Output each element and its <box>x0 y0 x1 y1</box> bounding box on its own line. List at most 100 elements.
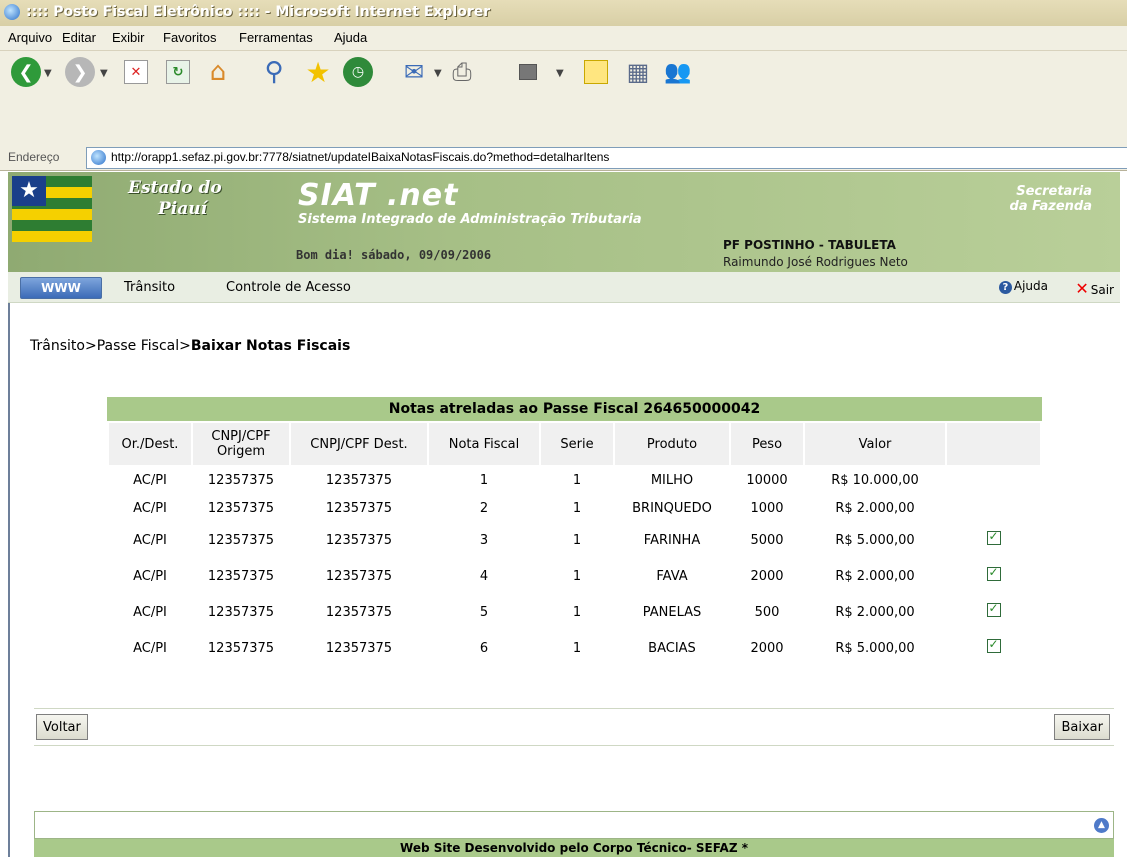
table-caption: Notas atreladas ao Passe Fiscal 26465000… <box>107 397 1042 421</box>
menu-ferramentas[interactable]: Ferramentas <box>239 30 313 45</box>
back-button[interactable]: ❮ <box>8 54 44 90</box>
row-select-checkbox[interactable] <box>986 529 1001 545</box>
refresh-button[interactable]: ↻ <box>160 54 196 90</box>
www-button[interactable]: WWW <box>20 277 102 299</box>
table-row: AC/PI 12357375 12357375 1 1 MILHO 10000 R$ 10.0… <box>109 467 1040 493</box>
cell-dest: 12357375 <box>325 472 393 488</box>
footer-box: ▲ <box>34 811 1114 839</box>
cell-select <box>947 467 1040 493</box>
cell-peso: 500 <box>754 604 780 620</box>
cell-ordest: AC/PI <box>133 472 167 488</box>
menu-editar[interactable]: Editar <box>62 30 96 45</box>
stop-button[interactable]: ✕ <box>118 54 154 90</box>
table-header-row: Or./Dest. CNPJ/CPF Origem CNPJ/CPF Dest.… <box>109 423 1040 465</box>
search-button[interactable]: ⚲ <box>256 54 292 90</box>
department-line2: da Fazenda <box>1009 199 1092 214</box>
address-input[interactable]: http://orapp1.sefaz.pi.gov.br:7778/siatn… <box>86 147 1127 169</box>
table-row: AC/PI 12357375 12357375 2 1 BRINQUEDO 1000 R$ 2… <box>109 495 1040 521</box>
col-nota-fiscal: Nota Fiscal <box>429 423 539 465</box>
site-nav: WWW Trânsito Controle de Acesso ? Ajuda ✕… <box>8 272 1120 303</box>
cell-dest: 12357375 <box>325 500 393 516</box>
help-icon: ? <box>998 281 1012 294</box>
col-peso: Peso <box>731 423 803 465</box>
state-line2: Piauí <box>158 199 208 219</box>
cell-dest: 12357375 <box>325 604 393 620</box>
cell-serie: 1 <box>572 640 582 656</box>
piaui-flag-logo: ★ <box>12 176 92 242</box>
scroll-up-icon[interactable]: ▲ <box>1094 818 1109 833</box>
back-arrow-icon: ❮ <box>11 57 41 87</box>
cell-valor: R$ 5.000,00 <box>835 640 915 656</box>
printer-icon: ⎙ <box>452 58 472 86</box>
messenger-button[interactable]: 👥 <box>660 54 696 90</box>
cell-ordest: AC/PI <box>133 532 167 548</box>
state-name: Estado do Piauí <box>128 178 222 220</box>
research-icon: ▦ <box>626 58 650 86</box>
app-subtitle: Sistema Integrado de Administração Tribu… <box>298 212 642 227</box>
forward-button[interactable]: ❯ <box>62 54 98 90</box>
cell-serie: 1 <box>572 472 582 488</box>
nav-item-transito[interactable]: Trânsito <box>124 280 175 295</box>
notes-table-panel: Notas atreladas ao Passe Fiscal 26465000… <box>107 397 1042 667</box>
cell-produto: FARINHA <box>643 532 701 548</box>
address-bar: Endereço http://orapp1.sefaz.pi.gov.br:7… <box>0 146 1127 171</box>
cell-produto: MILHO <box>650 472 694 488</box>
window-title-bar: :::: Posto Fiscal Eletrônico :::: - Micr… <box>0 0 1127 27</box>
col-produto: Produto <box>615 423 729 465</box>
edit-icon <box>519 64 537 80</box>
favorites-button[interactable]: ★ <box>300 54 336 90</box>
help-link[interactable]: ? Ajuda <box>998 279 1048 294</box>
breadcrumb-passe-fiscal: Passe Fiscal <box>96 338 180 354</box>
nav-item-controle-acesso[interactable]: Controle de Acesso <box>226 280 351 295</box>
cell-origem: 12357375 <box>207 532 275 548</box>
row-select-checkbox[interactable] <box>986 565 1001 581</box>
department-name: Secretaria da Fazenda <box>1010 184 1092 214</box>
cell-ordest: AC/PI <box>133 500 167 516</box>
back-dropdown-icon[interactable]: ▼ <box>44 68 52 79</box>
edit-button[interactable] <box>510 54 546 90</box>
print-button[interactable]: ⎙ <box>444 54 480 90</box>
history-button[interactable]: ◷ <box>340 54 376 90</box>
row-select-checkbox[interactable] <box>986 601 1001 617</box>
baixar-button[interactable]: Baixar <box>1054 714 1110 740</box>
cell-dest: 12357375 <box>325 640 393 656</box>
home-icon: ⌂ <box>209 57 227 87</box>
cell-peso: 2000 <box>750 568 784 584</box>
menu-exibir[interactable]: Exibir <box>112 30 145 45</box>
cell-origem: 12357375 <box>207 500 275 516</box>
discuss-button[interactable] <box>578 54 614 90</box>
app-name: SIAT .net <box>298 178 459 213</box>
menu-bar: Arquivo Editar Exibir Favoritos Ferramen… <box>0 26 1127 51</box>
menu-arquivo[interactable]: Arquivo <box>8 30 52 45</box>
cell-select <box>947 559 1040 593</box>
mail-button[interactable]: ✉ <box>396 54 432 90</box>
col-cnpj-origem: CNPJ/CPF Origem <box>193 423 289 465</box>
exit-link[interactable]: ✕ Sair <box>1075 279 1114 298</box>
research-button[interactable]: ▦ <box>620 54 656 90</box>
col-serie: Serie <box>541 423 613 465</box>
forward-arrow-icon: ❯ <box>65 57 95 87</box>
menu-ajuda[interactable]: Ajuda <box>334 30 367 45</box>
breadcrumb-separator: > <box>179 338 191 354</box>
home-button[interactable]: ⌂ <box>200 54 236 90</box>
back-action-button[interactable]: Voltar <box>36 714 88 740</box>
table-row: AC/PI 12357375 12357375 6 1 BACIAS 2000 R$ 5.00… <box>109 631 1040 665</box>
row-select-checkbox[interactable] <box>986 637 1001 653</box>
cell-valor: R$ 10.000,00 <box>831 472 919 488</box>
cell-origem: 12357375 <box>207 472 275 488</box>
table-row: AC/PI 12357375 12357375 3 1 FARINHA 5000 R$ 5.0… <box>109 523 1040 557</box>
cell-nota: 2 <box>479 500 489 516</box>
menu-favoritos[interactable]: Favoritos <box>163 30 216 45</box>
stop-icon: ✕ <box>124 60 148 84</box>
forward-dropdown-icon[interactable]: ▼ <box>100 68 108 79</box>
cell-valor: R$ 2.000,00 <box>835 500 915 516</box>
address-url[interactable]: http://orapp1.sefaz.pi.gov.br:7778/siatn… <box>111 150 609 164</box>
user-name: Raimundo José Rodrigues Neto <box>723 255 908 269</box>
mail-dropdown-icon[interactable]: ▼ <box>434 68 442 79</box>
cell-ordest: AC/PI <box>133 568 167 584</box>
cell-dest: 12357375 <box>325 532 393 548</box>
address-label: Endereço <box>8 150 60 164</box>
cell-produto: BACIAS <box>648 640 696 656</box>
edit-dropdown-icon[interactable]: ▼ <box>556 68 564 79</box>
cell-origem: 12357375 <box>207 568 275 584</box>
